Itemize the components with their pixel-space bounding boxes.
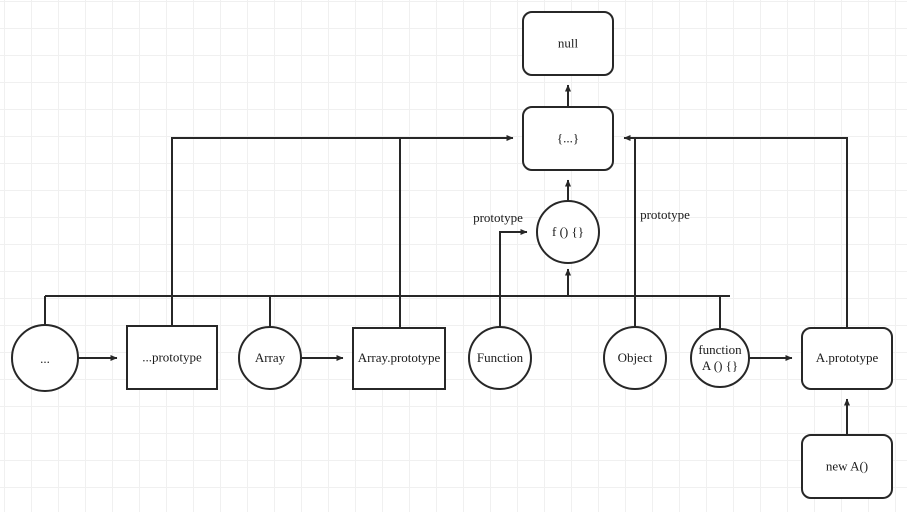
edge-arrayprototype-to-objproto[interactable]	[399, 137, 513, 328]
node-array-prototype[interactable]: Array.prototype	[352, 327, 446, 390]
node-array-prototype-shape[interactable]	[352, 327, 446, 390]
edge-label-prototype-right: prototype	[640, 207, 690, 222]
node-function-a[interactable]: function A () {}	[690, 328, 750, 388]
node-object-prototype-shape[interactable]	[522, 106, 614, 171]
node-a-prototype[interactable]: A.prototype	[801, 327, 893, 390]
node-function-a-shape[interactable]	[690, 328, 750, 388]
node-null-shape[interactable]	[522, 11, 614, 76]
node-function-shape[interactable]	[468, 326, 532, 390]
node-dots-prototype[interactable]: ...prototype	[126, 325, 218, 390]
node-function[interactable]: Function	[468, 326, 532, 390]
node-new-a-shape[interactable]	[801, 434, 893, 499]
edge-function-to-ffn-prototype[interactable]	[499, 228, 528, 296]
edge-label-prototype-left: prototype	[473, 210, 523, 225]
node-null[interactable]: null	[522, 11, 614, 76]
node-a-prototype-shape[interactable]	[801, 327, 893, 390]
node-f-function[interactable]: f () {}	[536, 200, 600, 264]
node-dots-shape[interactable]	[11, 324, 79, 392]
node-array[interactable]: Array	[238, 326, 302, 390]
node-object-shape[interactable]	[603, 326, 667, 390]
edge-dotsprototype-to-objproto[interactable]	[171, 134, 514, 326]
node-array-shape[interactable]	[238, 326, 302, 390]
node-layer: null {...} f () {} ... ...prototype Arra…	[11, 11, 893, 499]
node-object[interactable]: Object	[603, 326, 667, 390]
node-dots-prototype-shape[interactable]	[126, 325, 218, 390]
diagram-canvas[interactable]: null {...} f () {} ... ...prototype Arra…	[0, 0, 907, 512]
edge-aprototype-to-objproto[interactable]	[623, 134, 848, 328]
prototype-chain-diagram[interactable]: null {...} f () {} ... ...prototype Arra…	[0, 0, 907, 512]
node-new-a[interactable]: new A()	[801, 434, 893, 499]
node-object-prototype[interactable]: {...}	[522, 106, 614, 171]
node-dots[interactable]: ...	[11, 324, 79, 392]
node-f-function-shape[interactable]	[536, 200, 600, 264]
